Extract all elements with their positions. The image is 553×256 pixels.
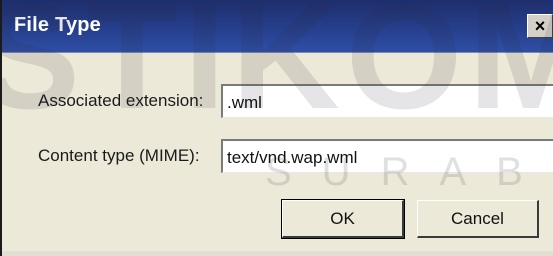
close-button[interactable]: × <box>527 14 553 38</box>
cancel-button[interactable]: Cancel <box>417 200 539 238</box>
mime-type-field[interactable] <box>221 139 553 173</box>
file-type-dialog: File Type × Associated extension: Conten… <box>0 0 553 256</box>
ok-button-label: OK <box>330 208 355 228</box>
dialog-bottom-edge <box>2 251 553 256</box>
dialog-title: File Type <box>14 14 102 36</box>
mime-label: Content type (MIME): <box>38 146 200 165</box>
title-bar[interactable]: File Type × <box>2 0 553 53</box>
extension-label: Associated extension: <box>38 91 204 110</box>
cancel-button-label: Cancel <box>451 208 504 228</box>
ok-button[interactable]: OK <box>281 199 405 239</box>
extension-field[interactable] <box>221 84 553 118</box>
close-icon: × <box>534 16 546 36</box>
